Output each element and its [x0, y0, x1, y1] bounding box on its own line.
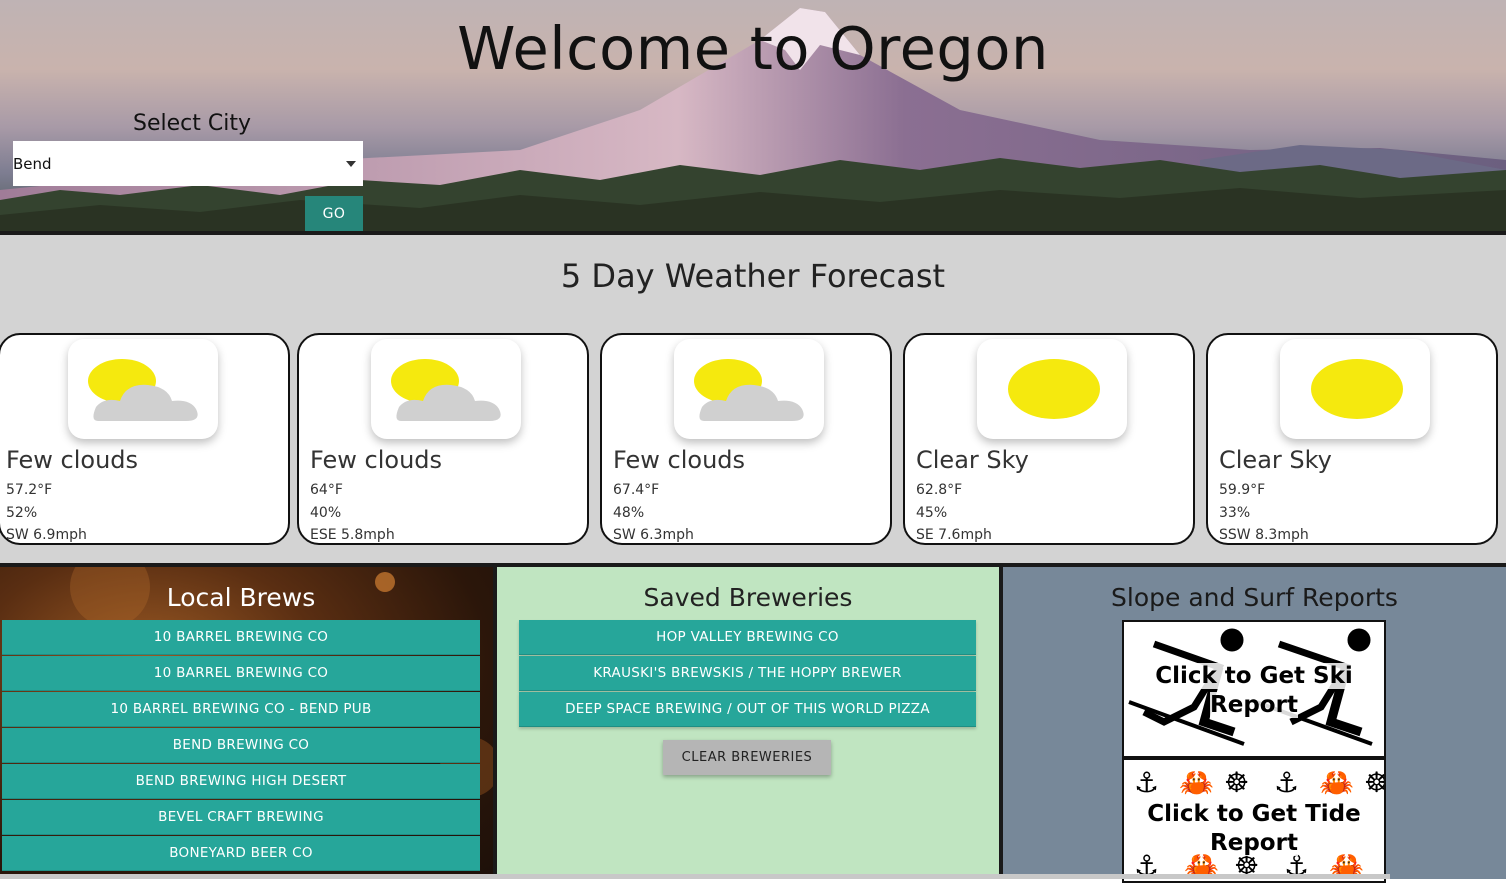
partly-cloudy-icon	[371, 339, 521, 439]
forecast-description: Few clouds	[310, 446, 443, 474]
brewery-button[interactable]: 10 BARREL BREWING CO - BEND PUB	[2, 692, 480, 727]
saved-brewery-button[interactable]: KRAUSKI'S BREWSKIS / THE HOPPY BREWER	[519, 656, 976, 691]
brewery-button[interactable]: BONEYARD BEER CO	[2, 836, 480, 871]
forecast-card: Few clouds 67.4°F 48% SW 6.3mph	[600, 333, 892, 545]
forecast-description: Clear Sky	[916, 446, 1029, 474]
forecast-title: 5 Day Weather Forecast	[560, 257, 946, 295]
forecast-wind: ESE 5.8mph	[310, 527, 395, 543]
forecast-temp: 59.9°F	[1219, 482, 1266, 498]
partly-cloudy-icon	[674, 339, 824, 439]
brewery-button[interactable]: BEVEL CRAFT BREWING	[2, 800, 480, 835]
ski-report-label: Click to Get Ski Report	[1155, 663, 1353, 718]
saved-breweries-title: Saved Breweries	[643, 583, 853, 612]
forecast-temp: 64°F	[310, 482, 343, 498]
brewery-button[interactable]: 10 BARREL BREWING CO	[2, 656, 480, 691]
forecast-wind: SSW 8.3mph	[1219, 527, 1309, 543]
svg-text:⚓: ⚓	[1274, 766, 1299, 799]
partly-cloudy-icon	[68, 339, 218, 439]
forecast-humidity: 45%	[916, 505, 948, 521]
forecast-temp: 57.2°F	[6, 482, 53, 498]
selected-city-value: Bend	[13, 154, 52, 173]
svg-text:⚓: ⚓	[1134, 766, 1159, 799]
tide-report-button[interactable]: ⚓🦀☸ ⚓🦀☸ ⚓🦀☸ ⚓🦀 Click to Get Tide Report	[1122, 758, 1386, 883]
select-city-label: Select City	[133, 111, 251, 136]
forecast-section: 5 Day Weather Forecast Few clouds 57.2°F…	[0, 235, 1506, 563]
saved-brewery-button[interactable]: DEEP SPACE BREWING / OUT OF THIS WORLD P…	[519, 692, 976, 727]
svg-text:🦀: 🦀	[1179, 766, 1214, 799]
forecast-humidity: 48%	[613, 505, 645, 521]
ski-report-button[interactable]: Click to Get Ski Report	[1122, 620, 1386, 758]
forecast-description: Few clouds	[6, 446, 139, 474]
forecast-card: Few clouds 57.2°F 52% SW 6.9mph	[0, 333, 290, 545]
forecast-card: Clear Sky 59.9°F 33% SSW 8.3mph	[1206, 333, 1498, 545]
forecast-temp: 67.4°F	[613, 482, 660, 498]
brewery-button[interactable]: BEND BREWING CO	[2, 728, 480, 763]
forecast-humidity: 33%	[1219, 505, 1251, 521]
forecast-card: Clear Sky 62.8°F 45% SE 7.6mph	[903, 333, 1195, 545]
tide-report-label: Click to Get Tide Report	[1147, 801, 1361, 856]
forecast-wind: SE 7.6mph	[916, 527, 992, 543]
forecast-description: Clear Sky	[1219, 446, 1332, 474]
reports-panel: Slope and Surf Reports Click to Get Ski …	[1003, 567, 1506, 883]
sun-icon	[1280, 339, 1430, 439]
hero-banner: Welcome to Oregon Select City Bend GO	[0, 0, 1506, 231]
forecast-wind: SW 6.9mph	[6, 527, 87, 543]
city-select[interactable]: Bend	[13, 141, 363, 186]
svg-text:☸: ☸	[1224, 766, 1249, 799]
local-brews-panel: Local Brews 10 BARREL BREWING CO 10 BARR…	[0, 567, 493, 879]
forecast-humidity: 52%	[6, 505, 38, 521]
forecast-wind: SW 6.3mph	[613, 527, 694, 543]
brewery-button[interactable]: 10 BARREL BREWING CO	[2, 620, 480, 655]
sun-icon	[977, 339, 1127, 439]
forecast-description: Few clouds	[613, 446, 746, 474]
local-brews-title: Local Brews	[166, 583, 316, 612]
go-button[interactable]: GO	[305, 196, 363, 231]
saved-breweries-panel: Saved Breweries HOP VALLEY BREWING CO KR…	[497, 567, 999, 879]
svg-text:☸: ☸	[1364, 766, 1384, 799]
clear-breweries-button[interactable]: CLEAR BREWERIES	[663, 740, 831, 775]
brewery-button[interactable]: BEND BREWING HIGH DESERT	[2, 764, 480, 799]
page-title: Welcome to Oregon	[457, 14, 1049, 83]
forecast-card: Few clouds 64°F 40% ESE 5.8mph	[297, 333, 589, 545]
forecast-humidity: 40%	[310, 505, 342, 521]
chevron-down-icon	[346, 161, 356, 167]
horizontal-scrollbar[interactable]	[0, 874, 1390, 879]
saved-brewery-button[interactable]: HOP VALLEY BREWING CO	[519, 620, 976, 655]
svg-text:🦀: 🦀	[1319, 766, 1354, 799]
forecast-temp: 62.8°F	[916, 482, 963, 498]
reports-title: Slope and Surf Reports	[1111, 583, 1398, 612]
